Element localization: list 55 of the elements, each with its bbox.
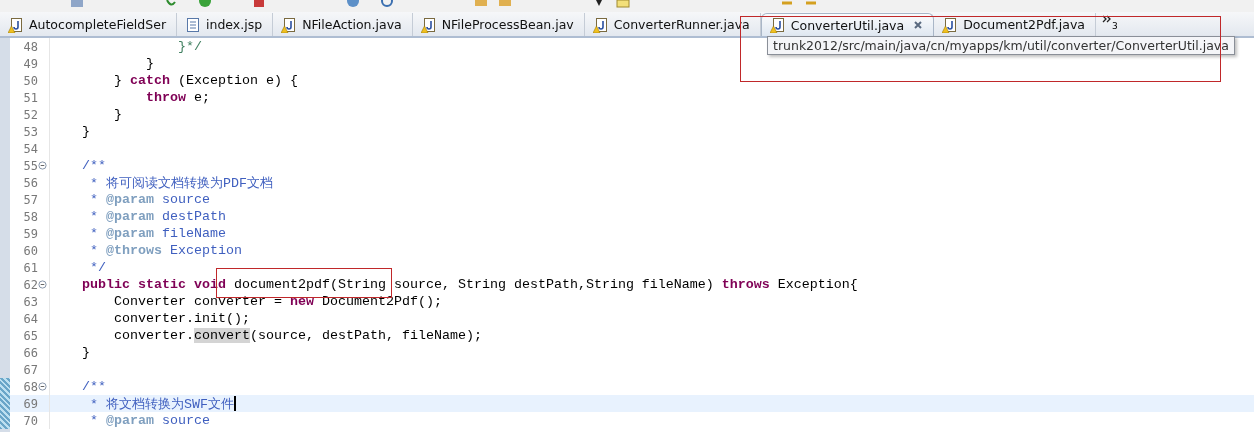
line-number: 70 xyxy=(22,413,38,428)
code-line: * @param destPath xyxy=(89,209,226,224)
editor-tab[interactable]: AutocompleteFieldSer xyxy=(0,13,178,36)
line-number: 48 xyxy=(22,39,38,54)
line-number: 67 xyxy=(22,362,38,377)
code-line: Converter converter = new Document2Pdf(); xyxy=(113,294,442,309)
code-line: * 将可阅读文档转换为PDF文档 xyxy=(89,174,273,192)
code-line: } xyxy=(81,345,90,360)
line-number: 68 xyxy=(22,379,38,394)
line-number: 66 xyxy=(22,345,38,360)
line-number: 56 xyxy=(22,175,38,190)
code-line: * @param source xyxy=(89,413,210,428)
code-line: throw e; xyxy=(144,90,210,105)
code-line: /** xyxy=(81,379,106,394)
line-number: 63 xyxy=(22,294,38,309)
line-number: 52 xyxy=(22,107,38,122)
editor-tab[interactable]: NFileProcessBean.jav xyxy=(412,13,585,36)
line-number: 51 xyxy=(22,90,38,105)
line-number: 60 xyxy=(22,243,38,258)
code-line: * @throws Exception xyxy=(89,243,242,258)
code-line: * @param source xyxy=(89,192,210,207)
code-line: */ xyxy=(89,260,106,275)
code-line: } catch (Exception e) { xyxy=(113,73,298,88)
collapse-icon[interactable] xyxy=(38,161,47,170)
code-line: * 将文档转换为SWF文件 xyxy=(89,395,236,413)
run-icon[interactable] xyxy=(198,0,212,8)
line-number: 55 xyxy=(22,158,38,173)
line-number: 69 xyxy=(22,396,38,411)
line-number: 50 xyxy=(22,73,38,88)
code-line: } xyxy=(113,107,122,122)
more-tabs-button[interactable]: 3 xyxy=(1096,13,1124,36)
line-number: 58 xyxy=(22,209,38,224)
line-number: 57 xyxy=(22,192,38,207)
editor-tab[interactable]: ConverterUtil.java xyxy=(760,13,935,36)
code-line: } xyxy=(144,56,154,71)
line-number: 54 xyxy=(22,141,38,156)
code-line: }*/ xyxy=(176,39,202,54)
code-line: } xyxy=(81,124,90,139)
line-number: 59 xyxy=(22,226,38,241)
close-icon[interactable] xyxy=(913,20,924,30)
stop-icon[interactable] xyxy=(252,0,266,8)
editor-tab[interactable]: index.jsp xyxy=(177,13,274,36)
line-number: 64 xyxy=(22,311,38,326)
code-line: * @param fileName xyxy=(89,226,226,241)
code-line: converter.init(); xyxy=(113,311,250,326)
collapse-icon[interactable] xyxy=(38,382,47,391)
code-line: converter.convert(source, destPath, fileName); xyxy=(113,328,482,343)
line-number: 53 xyxy=(22,124,38,139)
line-number: 61 xyxy=(22,260,38,275)
line-number: 65 xyxy=(22,328,38,343)
collapse-icon[interactable] xyxy=(38,280,47,289)
line-number: 62 xyxy=(22,277,38,292)
editor-tab[interactable]: NFileAction.java xyxy=(273,13,413,36)
line-number: 49 xyxy=(22,56,38,71)
code-line: /** xyxy=(81,158,106,173)
